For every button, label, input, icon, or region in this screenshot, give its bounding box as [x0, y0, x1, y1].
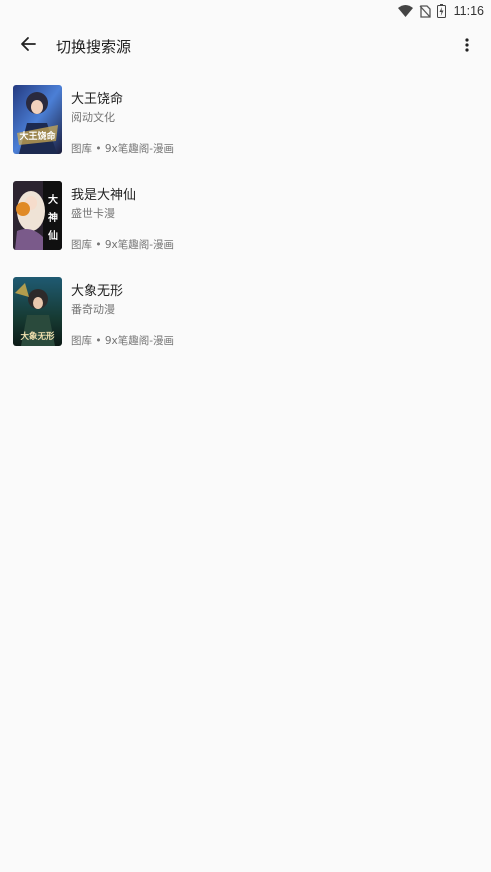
book-cover-image: 大 神 仙 — [13, 181, 62, 250]
item-author: 盛世卡漫 — [71, 207, 115, 220]
toolbar: 切换搜索源 — [0, 22, 491, 70]
no-sim-icon — [419, 4, 431, 18]
svg-text:神: 神 — [48, 211, 58, 224]
cover-illustration: 大 神 仙 — [13, 181, 62, 250]
svg-text:仙: 仙 — [48, 229, 58, 242]
book-cover-image: 大象无形 — [13, 277, 62, 346]
page-title: 切换搜索源 — [56, 37, 132, 56]
item-source: 图库 • 9x笔趣阁-漫画 — [71, 239, 175, 251]
book-cover-image: 大王饶命 — [13, 85, 62, 154]
status-bar: 11:16 — [0, 0, 491, 22]
item-author: 阅动文化 — [71, 111, 115, 124]
source-item[interactable]: 大象无形 大象无形 番奇动漫 图库 • 9x笔趣阁-漫画 — [0, 272, 491, 368]
cover-title-art: 大王饶命 — [19, 130, 56, 142]
svg-text:大: 大 — [48, 193, 58, 206]
more-vert-icon — [465, 37, 469, 56]
arrow-back-icon — [20, 36, 36, 56]
source-list: 大王饶命 大王饶命 阅动文化 图库 • 9x笔趣阁-漫画 大 神 仙 我是大神仙… — [0, 80, 491, 368]
wifi-icon — [397, 5, 413, 17]
back-button[interactable] — [0, 22, 56, 70]
cover-illustration: 大象无形 — [13, 277, 62, 346]
item-title: 大王饶命 — [71, 92, 124, 107]
source-item[interactable]: 大王饶命 大王饶命 阅动文化 图库 • 9x笔趣阁-漫画 — [0, 80, 491, 176]
cover-title-art: 大象无形 — [20, 331, 55, 342]
item-title: 大象无形 — [71, 284, 124, 299]
source-item[interactable]: 大 神 仙 我是大神仙 盛世卡漫 图库 • 9x笔趣阁-漫画 — [0, 176, 491, 272]
battery-charging-icon — [436, 4, 446, 18]
item-title: 我是大神仙 — [71, 188, 137, 203]
item-source: 图库 • 9x笔趣阁-漫画 — [71, 335, 175, 347]
item-source: 图库 • 9x笔趣阁-漫画 — [71, 143, 175, 155]
status-time: 11:16 — [453, 4, 484, 18]
more-options-button[interactable] — [451, 22, 483, 70]
item-author: 番奇动漫 — [71, 303, 115, 316]
cover-illustration: 大王饶命 — [13, 85, 62, 154]
